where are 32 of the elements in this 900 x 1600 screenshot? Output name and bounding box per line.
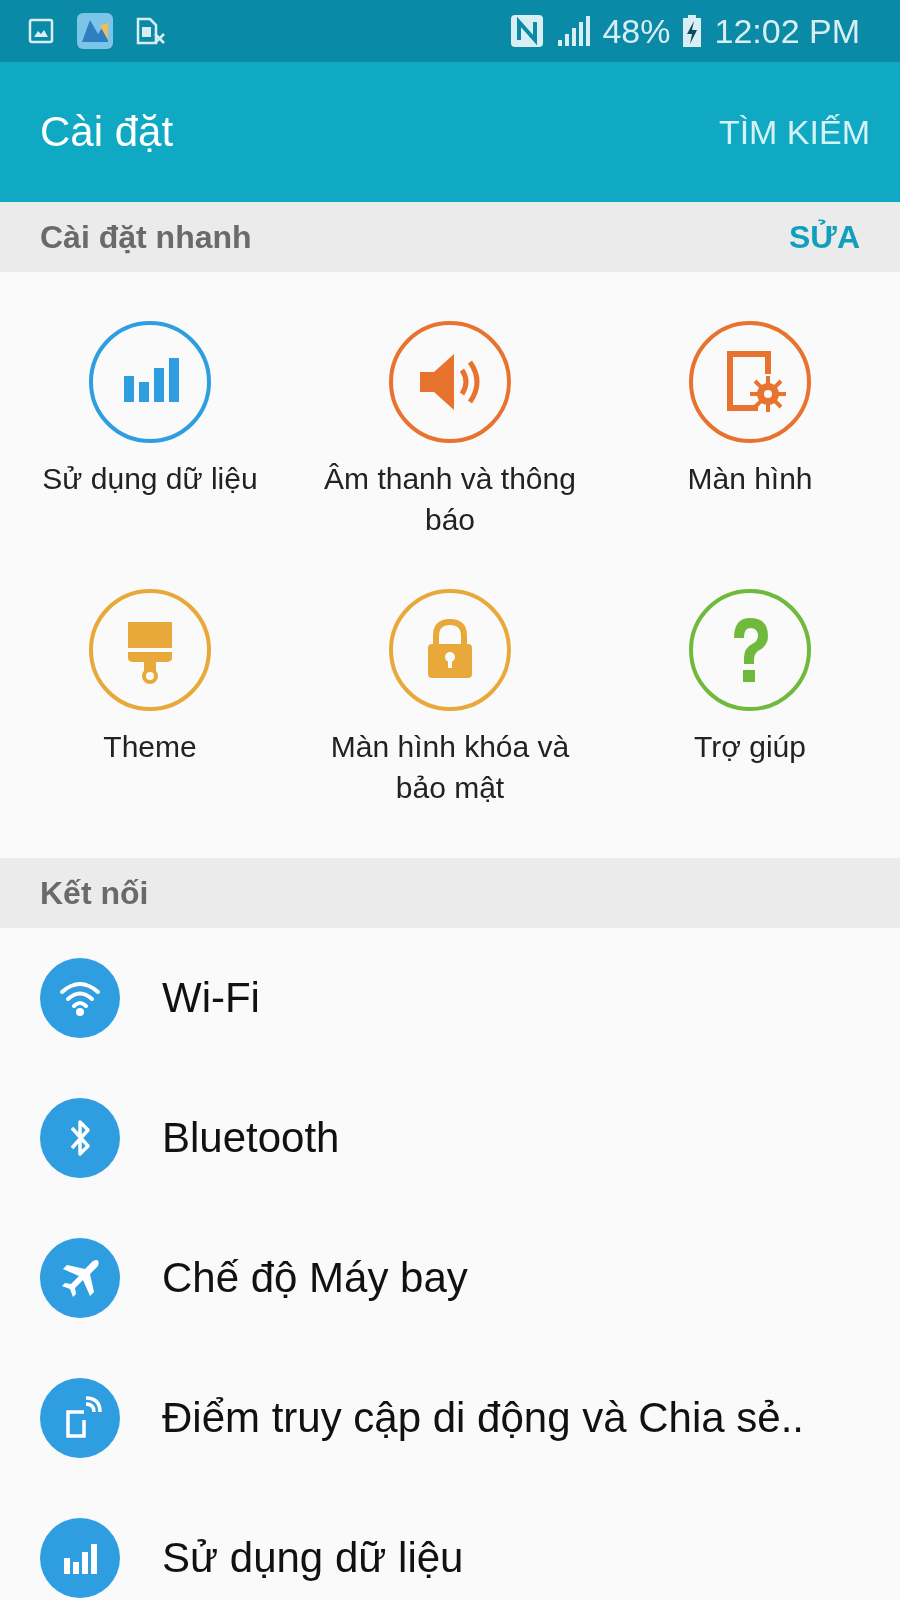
nfc-icon [510,14,545,48]
page-title: Cài đặt [40,108,174,156]
quick-setting-label[interactable]: Màn hình khóa và bảo mật [320,726,580,808]
wifi-icon [40,958,120,1038]
hotspot-icon [40,1378,120,1458]
quick-setting-label[interactable]: Âm thanh và thông báo [320,458,580,540]
settings-list-item[interactable]: Wi-Fi [0,928,900,1068]
bluetooth-icon [40,1098,120,1178]
settings-list-item[interactable]: Bluetooth [0,1068,900,1208]
quick-setting-icon[interactable] [688,320,812,444]
app-icon [76,12,114,50]
settings-list-item[interactable]: Điểm truy cập di động và Chia sẻ.. [0,1348,900,1488]
section-title: Cài đặt nhanh [40,218,252,256]
quick-setting-icon[interactable] [88,320,212,444]
quick-setting-label[interactable]: Màn hình [620,458,880,499]
quick-setting-label[interactable]: Sử dụng dữ liệu [20,458,280,499]
section-title: Kết nối [40,874,149,912]
quick-setting-label[interactable]: Theme [20,726,280,767]
quick-setting-icon[interactable] [88,588,212,712]
settings-list-item[interactable]: Sử dụng dữ liệu [0,1488,900,1600]
settings-list-item[interactable]: Chế độ Máy bay [0,1208,900,1348]
sim-icon [136,17,166,45]
quick-setting-icon[interactable] [388,588,512,712]
battery-percent: 48% [602,11,671,51]
gallery-icon [28,18,54,44]
quick-setting-label[interactable]: Trợ giúp [620,726,880,767]
airplane-icon [40,1238,120,1318]
clock: 12:02 PM [714,11,860,51]
battery-charging-icon [682,15,703,47]
quick-setting-icon[interactable] [688,588,812,712]
signal-icon [556,16,591,46]
quick-setting-icon[interactable] [388,320,512,444]
